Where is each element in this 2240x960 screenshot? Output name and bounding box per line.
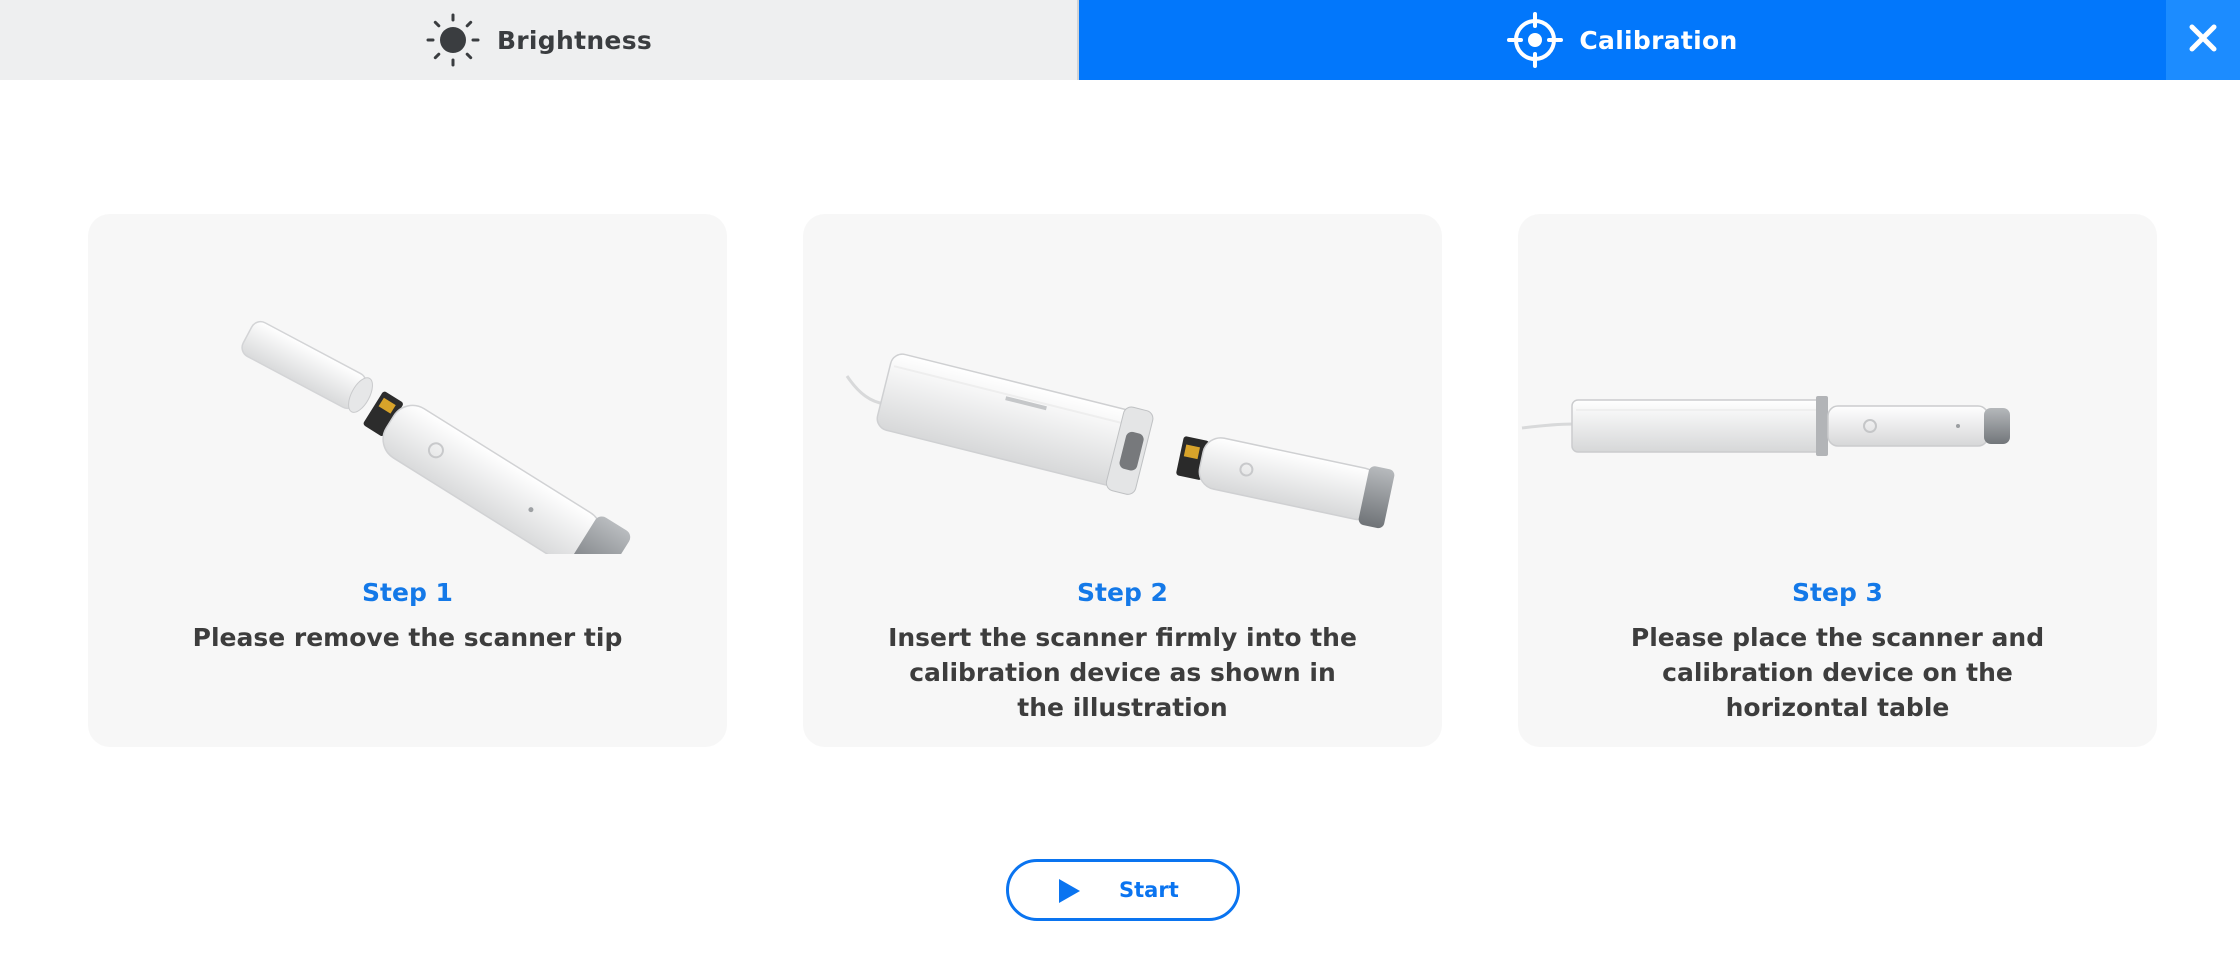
step-title: Step 3 [1792, 578, 1883, 607]
scanner-calibration-device-illustration [803, 254, 1442, 554]
close-icon [2188, 23, 2218, 57]
step-title: Step 2 [1077, 578, 1168, 607]
sun-icon [425, 12, 481, 68]
scanner-tip-removed-illustration [88, 254, 727, 588]
step-card-2: Step 2 Insert the scanner firmly into th… [803, 214, 1442, 747]
calibration-steps: Step 1 Please remove the scanner tip Ste… [88, 214, 2157, 747]
tab-calibration-label: Calibration [1579, 25, 1738, 55]
close-button[interactable] [2166, 0, 2240, 80]
step-title: Step 1 [362, 578, 453, 607]
step-description: Please place the scanner and calibration… [1630, 623, 2045, 722]
tab-brightness-label: Brightness [496, 25, 653, 55]
top-tab-bar: Brightness Calibration [0, 0, 2240, 80]
step-card-1: Step 1 Please remove the scanner tip [88, 214, 727, 747]
scanner-in-device-illustration [1518, 254, 2157, 554]
tab-brightness[interactable]: Brightness [0, 0, 1079, 80]
start-button[interactable]: Start [1006, 859, 1240, 921]
tab-calibration[interactable]: Calibration [1079, 0, 2166, 80]
play-icon [1057, 878, 1081, 904]
crosshair-icon [1507, 12, 1564, 68]
step-card-3: Step 3 Please place the scanner and cali… [1518, 214, 2157, 747]
step-description: Insert the scanner firmly into the calib… [888, 623, 1357, 722]
step-description: Please remove the scanner tip [192, 623, 623, 652]
start-button-label: Start [1119, 878, 1179, 902]
